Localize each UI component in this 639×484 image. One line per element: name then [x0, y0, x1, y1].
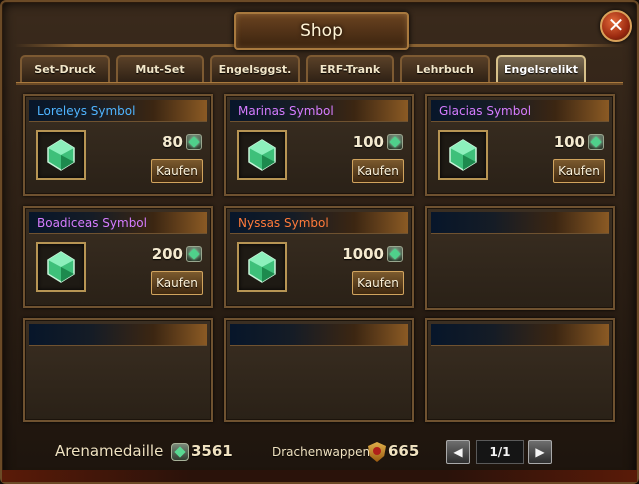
- arena-medal-icon: [387, 246, 403, 262]
- window-title: Shop: [234, 12, 409, 50]
- buy-button[interactable]: Kaufen: [151, 271, 203, 295]
- green-gem-icon: [449, 139, 477, 171]
- buy-button[interactable]: Kaufen: [553, 159, 605, 183]
- shop-item-card: Glacias Symbol 100 Kaufen: [425, 94, 615, 196]
- dragon-crest-label: Drachenwappen: [272, 445, 371, 459]
- item-name: Nyssas Symbol: [230, 212, 408, 234]
- item-name: Loreleys Symbol: [29, 100, 207, 122]
- buy-button[interactable]: Kaufen: [352, 159, 404, 183]
- item-icon-frame[interactable]: [237, 130, 287, 180]
- empty-slot: [425, 206, 615, 310]
- close-button[interactable]: ✕: [600, 10, 632, 42]
- item-name: Marinas Symbol: [230, 100, 408, 122]
- arena-medal-label: Arenamedaille: [55, 442, 164, 460]
- page-indicator: 1/1: [476, 440, 524, 464]
- shop-window: Shop ✕ Set-Druck Mut-Set Engelsggst. ERF…: [0, 0, 639, 484]
- green-gem-icon: [248, 139, 276, 171]
- item-icon-frame[interactable]: [237, 242, 287, 292]
- green-gem-icon: [47, 251, 75, 283]
- item-price: 200: [151, 245, 183, 263]
- item-price: 100: [553, 133, 585, 151]
- tab-engelsggst[interactable]: Engelsggst.: [210, 55, 300, 82]
- arena-medal-icon: [588, 134, 604, 150]
- item-name: Boadiceas Symbol: [29, 212, 207, 234]
- item-price: 100: [352, 133, 384, 151]
- shop-item-card: Boadiceas Symbol 200 Kaufen: [23, 206, 213, 308]
- empty-slot: [23, 318, 213, 422]
- green-gem-icon: [248, 251, 276, 283]
- empty-slot-header: [431, 324, 609, 346]
- bottom-border-decoration: [2, 470, 637, 482]
- empty-slot-header: [431, 212, 609, 234]
- item-price: 1000: [342, 245, 384, 263]
- prev-page-button[interactable]: ◀: [446, 440, 470, 464]
- item-icon-frame[interactable]: [36, 130, 86, 180]
- tabs-divider: [16, 82, 623, 85]
- empty-slot: [425, 318, 615, 422]
- shop-item-card: Loreleys Symbol 80 Kaufen: [23, 94, 213, 196]
- dragon-crest-count: 665: [388, 442, 420, 460]
- shop-item-card: Marinas Symbol 100 Kaufen: [224, 94, 414, 196]
- item-icon-frame[interactable]: [36, 242, 86, 292]
- item-price: 80: [162, 133, 183, 151]
- buy-button[interactable]: Kaufen: [151, 159, 203, 183]
- tab-mut-set[interactable]: Mut-Set: [116, 55, 204, 82]
- item-name: Glacias Symbol: [431, 100, 609, 122]
- empty-slot-header: [29, 324, 207, 346]
- green-gem-icon: [47, 139, 75, 171]
- arena-medal-icon: [186, 246, 202, 262]
- tab-engelsrelikt[interactable]: Engelsrelikt: [496, 55, 586, 82]
- arena-medal-icon: [171, 443, 189, 461]
- tab-set-druck[interactable]: Set-Druck: [20, 55, 110, 82]
- dragon-crest-icon: [368, 442, 386, 462]
- buy-button[interactable]: Kaufen: [352, 271, 404, 295]
- next-page-button[interactable]: ▶: [528, 440, 552, 464]
- arena-medal-count: 3561: [191, 442, 233, 460]
- empty-slot-header: [230, 324, 408, 346]
- tab-lehrbuch[interactable]: Lehrbuch: [400, 55, 490, 82]
- shop-item-card: Nyssas Symbol 1000 Kaufen: [224, 206, 414, 308]
- tab-erf-trank[interactable]: ERF-Trank: [306, 55, 394, 82]
- item-icon-frame[interactable]: [438, 130, 488, 180]
- arena-medal-icon: [186, 134, 202, 150]
- empty-slot: [224, 318, 414, 422]
- arena-medal-icon: [387, 134, 403, 150]
